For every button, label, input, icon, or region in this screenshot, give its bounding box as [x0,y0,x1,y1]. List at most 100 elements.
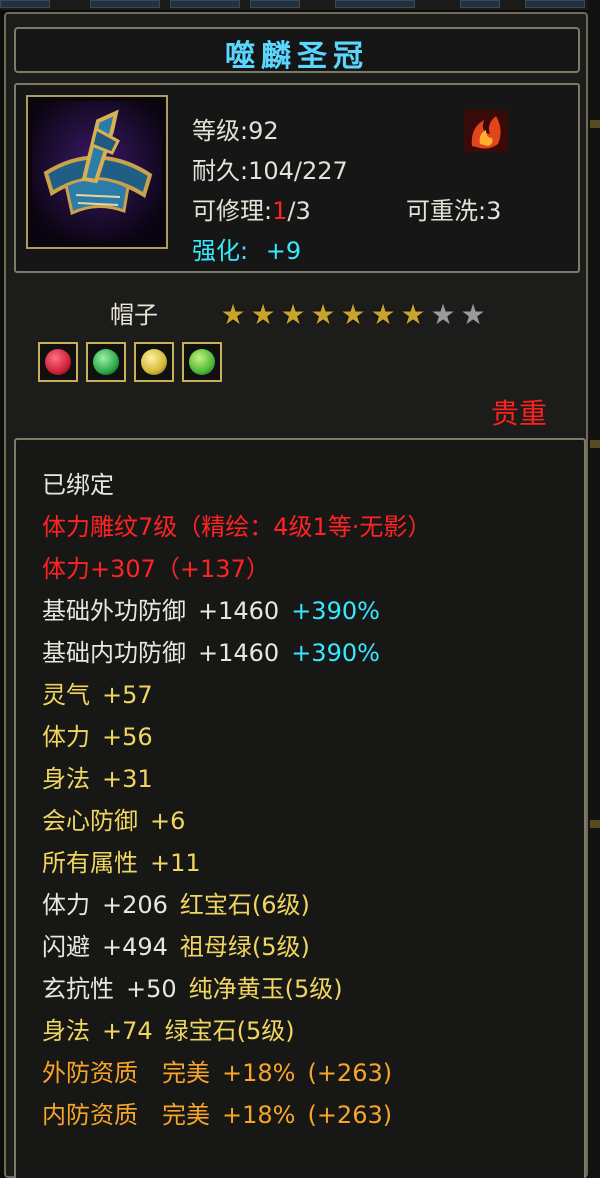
top-tab[interactable] [460,0,500,8]
bonus-label: 体力 [42,723,90,751]
star-filled-icon: ★ [340,298,366,331]
aptitude-label: 内防资质 [42,1101,138,1129]
gem-stat-label: 闪避 [42,933,90,961]
gem-stat-value: +494 [102,933,168,961]
bonus-line: 会心防御 +6 [42,806,185,836]
bonus-label: 灵气 [42,681,90,709]
gem-stat-gem: 祖母绿(5级) [179,933,310,961]
aptitude-pct: +18% [222,1059,296,1087]
repair-stat: 可修理:1/3 [192,197,311,225]
gem-stat-line: 闪避 +494 祖母绿(5级) [42,932,310,962]
gem-stat-label: 体力 [42,891,90,919]
top-tab[interactable] [250,0,300,8]
star-empty-icon: ★ [430,298,456,331]
gem-stat-gem: 红宝石(6级) [179,891,310,919]
item-type: 帽子 [110,301,158,329]
ruby-gem-icon[interactable] [38,342,78,382]
carving-stat-line: 体力+307（+137） [42,555,270,583]
aptitude-line: 外防资质 完美 +18% (+263) [42,1058,392,1088]
star-filled-icon: ★ [310,298,336,331]
aptitude-grade: 完美 [162,1059,210,1087]
rewash-label: 可重洗 [406,197,478,225]
aptitude-extra: (+263) [307,1059,393,1087]
aptitude-extra: (+263) [307,1101,393,1129]
bonus-value: +6 [150,807,186,835]
bonus-line: 体力 +56 [42,722,153,752]
attr-pct: +390% [291,597,380,625]
level-value: 92 [248,117,279,145]
aptitude-line: 内防资质 完美 +18% (+263) [42,1100,392,1130]
bonus-label: 身法 [42,765,90,793]
attr-label: 基础内功防御 [42,639,186,667]
gem-stat-label: 身法 [42,1017,90,1045]
yellow-jade-gem-icon[interactable] [134,342,174,382]
level-label: 等级 [192,117,240,145]
bonus-line: 身法 +31 [42,764,153,794]
gem-stat-line: 体力 +206 红宝石(6级) [42,890,310,920]
top-tab[interactable] [0,0,50,8]
item-tooltip-panel: 噬麟圣冠 等级:92 耐久:104/227 可修理:1/3 可重洗:3 强化: … [4,12,588,1178]
attr-pct: +390% [291,639,380,667]
bonus-label: 会心防御 [42,807,138,835]
star-filled-icon: ★ [400,298,426,331]
item-title-bar: 噬麟圣冠 [14,27,580,74]
green-gem-icon[interactable] [182,342,222,382]
gem-stat-label: 玄抗性 [42,975,114,1003]
rewash-stat: 可重洗:3 [406,197,502,225]
enhance-stat: 强化: +9 [192,231,301,266]
gem-stat-gem: 绿宝石(5级) [164,1017,295,1045]
bonus-line: 灵气 +57 [42,680,153,710]
carving-line: 体力雕纹7级（精绘：4级1等·无影） [42,513,432,541]
bonus-value: +56 [102,723,153,751]
star-rating: ★ ★ ★ ★ ★ ★ ★ ★ ★ [220,298,486,331]
aptitude-pct: +18% [222,1101,296,1129]
gem-stat-value: +50 [126,975,177,1003]
bonus-label: 所有属性 [42,849,138,877]
repair-used: 1 [272,197,288,225]
star-filled-icon: ★ [220,298,246,331]
repair-label: 可修理 [192,197,264,225]
background-edge [588,0,600,1178]
quality-label: 贵重 [491,397,548,430]
star-filled-icon: ★ [370,298,396,331]
crown-helmet-icon [32,101,162,243]
enhance-value: +9 [265,237,302,265]
durability-label: 耐久 [192,157,240,185]
item-icon-frame [26,95,168,249]
aptitude-grade: 完美 [162,1101,210,1129]
gem-stat-gem: 纯净黄玉(5级) [188,975,343,1003]
rewash-value: 3 [486,197,502,225]
top-tab[interactable] [525,0,585,8]
gem-stat-value: +206 [102,891,168,919]
level-stat: 等级:92 [192,117,279,145]
attr-value: +1460 [198,597,280,625]
enhance-label: 强化: [192,237,249,265]
durability-value: 104/227 [248,157,348,185]
bonus-line: 所有属性 +11 [42,848,201,878]
top-tab[interactable] [170,0,240,8]
aptitude-label: 外防资质 [42,1059,138,1087]
top-tab[interactable] [335,0,415,8]
flame-status-icon [464,110,508,152]
top-strip [0,0,600,10]
base-int-def-line: 基础内功防御 +1460 +390% [42,638,380,668]
bonus-value: +57 [102,681,153,709]
bonus-value: +11 [150,849,201,877]
bound-status: 已绑定 [42,471,114,499]
star-filled-icon: ★ [280,298,306,331]
gem-stat-line: 玄抗性 +50 纯净黄玉(5级) [42,974,343,1004]
base-ext-def-line: 基础外功防御 +1460 +390% [42,596,380,626]
gem-sockets [38,342,222,382]
gem-stat-value: +74 [102,1017,153,1045]
repair-total: /3 [287,197,311,225]
attr-value: +1460 [198,639,280,667]
attr-label: 基础外功防御 [42,597,186,625]
item-info-box: 等级:92 耐久:104/227 可修理:1/3 可重洗:3 强化: +9 [14,83,580,273]
top-tab[interactable] [90,0,160,8]
attribute-box: 已绑定 体力雕纹7级（精绘：4级1等·无影） 体力+307（+137） 基础外功… [14,438,586,1178]
emerald-gem-icon[interactable] [86,342,126,382]
durability-stat: 耐久:104/227 [192,157,348,185]
bonus-value: +31 [102,765,153,793]
item-name: 噬麟圣冠 [225,39,369,74]
gem-stat-line: 身法 +74 绿宝石(5级) [42,1016,295,1046]
